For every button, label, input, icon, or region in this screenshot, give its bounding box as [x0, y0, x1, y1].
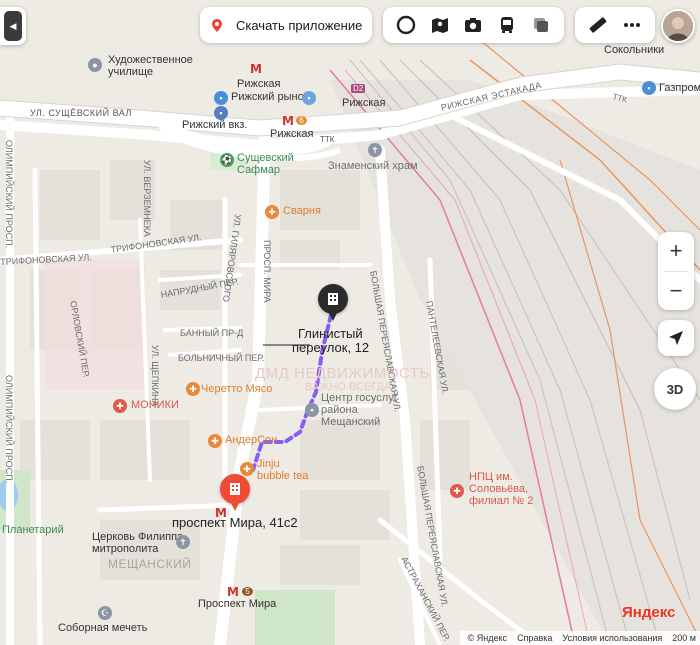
chevron-left-icon: ◀ — [4, 11, 22, 41]
food-icon[interactable]: ✚ — [265, 205, 279, 219]
label-rizhskaya-6[interactable]: Рижская — [270, 128, 313, 141]
label-gosuslugi-3[interactable]: Мещанский — [321, 416, 380, 429]
yandex-logo: Яндекс — [622, 604, 675, 621]
label-sokolniki[interactable]: Сокольники — [604, 44, 664, 57]
metro-5-icon: М — [227, 585, 239, 599]
label-rizhsky-market[interactable]: Рижский рынок — [231, 91, 309, 104]
copyright-link[interactable]: © Яндекс — [468, 633, 507, 643]
map-tools-bar — [383, 7, 564, 43]
yandex-logo-text: Яндекс — [622, 604, 676, 621]
label-dmd-1: ДМД НЕДВИЖИМОСТЬ — [255, 365, 430, 382]
stadium-icon[interactable]: ⚽ — [220, 153, 234, 167]
label-gosuslugi-2[interactable]: района — [321, 404, 358, 417]
label-znamensky[interactable]: Знаменский храм — [328, 160, 418, 173]
label-school: Художественное — [108, 54, 193, 66]
my-location-button[interactable] — [658, 320, 694, 356]
d2-badge: D2 — [351, 84, 366, 94]
origin-marker[interactable] — [220, 474, 250, 511]
label-olimp-2: ОЛИМПИЙСКИЙ ПРОСП. — [4, 375, 14, 484]
label-svarnya[interactable]: Сварня — [283, 205, 321, 218]
label-sushchevsky-1[interactable]: Сущевский — [237, 152, 294, 165]
download-app-button[interactable]: Скачать приложение — [200, 7, 372, 43]
zoom-controls: + − — [658, 232, 694, 310]
layers-icon[interactable] — [395, 14, 417, 36]
gazprom-icon[interactable]: ▪ — [642, 81, 656, 95]
label-church-1[interactable]: Церковь Филиппа — [92, 531, 183, 544]
label-bolnichnyi: БОЛЬНИЧНЫЙ ПЕР. — [178, 353, 265, 363]
train-icon[interactable]: ▪ — [214, 106, 228, 120]
label-veresaeva: УЛ. ВЕРЗЕМНЕКА — [142, 160, 152, 237]
download-app-label: Скачать приложение — [236, 17, 363, 33]
label-sobornaya[interactable]: Соборная мечеть — [58, 622, 147, 635]
help-link[interactable]: Справка — [517, 633, 552, 643]
label-gosuslugi-1[interactable]: Центр госуслуг — [321, 392, 398, 405]
market-pin-icon[interactable]: ▪ — [302, 91, 316, 105]
label-sushchevsky-val: УЛ. СУЩЁВСКИЙ ВАЛ — [30, 108, 132, 118]
meat-icon[interactable]: ✚ — [186, 382, 200, 396]
navigation-arrow-icon — [669, 331, 683, 345]
transport-icon[interactable] — [496, 14, 518, 36]
location-pin-icon — [212, 18, 222, 32]
label-gazprom[interactable]: Газпром — [659, 82, 700, 95]
market-icon[interactable]: ▪ — [214, 91, 228, 105]
map-footer: © Яндекс Справка Условия использования 2… — [459, 631, 700, 645]
camera-icon[interactable] — [462, 14, 484, 36]
label-planetary[interactable]: Планетарий — [2, 524, 64, 537]
label-sushchevsky-2[interactable]: Сафмар — [237, 164, 280, 177]
building-icon — [328, 293, 338, 305]
label-npc-3[interactable]: филиал № 2 — [469, 495, 533, 508]
mosque-icon[interactable]: ☪ — [98, 606, 112, 620]
destination-marker[interactable] — [318, 284, 348, 321]
label-rizhskaya-metro[interactable]: Рижская — [237, 78, 280, 91]
label-jinju-2[interactable]: bubble tea — [257, 470, 308, 483]
label-olimp: ОЛИМПИЙСКИЙ ПРОСП. — [4, 140, 14, 249]
zoom-in-button[interactable]: + — [658, 232, 694, 271]
3d-button[interactable]: 3D — [654, 368, 696, 410]
label-prospekt-mira[interactable]: Проспект Мира — [198, 598, 276, 611]
sidebar-toggle-button[interactable]: ◀ — [0, 7, 26, 45]
destination-label-2[interactable]: переулок, 12 — [292, 340, 369, 356]
scale-label: 200 м — [672, 633, 696, 643]
clinic-icon[interactable]: ✚ — [450, 484, 464, 498]
traffic-icon[interactable] — [530, 14, 552, 36]
label-shchepkina: УЛ. ЩЕПКИНА — [150, 345, 160, 407]
label-jinju-1[interactable]: Jinju — [257, 458, 280, 471]
more-icon[interactable] — [621, 14, 643, 36]
label-bannyi: БАННЫЙ ПР-Д — [180, 328, 244, 338]
metro-icon: М — [250, 62, 262, 76]
church-icon[interactable]: ✝ — [368, 143, 382, 157]
label-meshchansky: МЕЩАНСКИЙ — [108, 557, 192, 571]
label-andersen[interactable]: АндерСон — [225, 434, 277, 447]
label-school-2: училище — [108, 66, 153, 78]
label-prosp-mira: ПРОСП. МИРА — [262, 240, 272, 303]
label-npc-2[interactable]: Соловьёва, — [469, 483, 528, 496]
ruler-icon[interactable] — [587, 14, 609, 36]
label-moniki[interactable]: МОНИКИ — [131, 399, 179, 412]
label-npc-1[interactable]: НПЦ им. — [469, 471, 513, 484]
user-avatar[interactable] — [661, 9, 695, 43]
panorama-icon[interactable] — [429, 14, 451, 36]
extra-tools-bar — [575, 7, 655, 43]
building-icon — [230, 483, 240, 495]
tea-icon[interactable]: ✚ — [240, 462, 254, 476]
church-2-icon[interactable]: ✝ — [176, 535, 190, 549]
metro-6-icon: М — [282, 114, 294, 128]
terms-link[interactable]: Условия использования — [562, 633, 662, 643]
label-rizhsky-vkz[interactable]: Рижский вкз. — [182, 119, 247, 132]
school-icon[interactable]: ● — [88, 58, 102, 72]
gov-icon[interactable]: ▪ — [305, 403, 319, 417]
label-cheretto[interactable]: Черетто Мясо — [201, 383, 272, 396]
label-church-2[interactable]: митрополита — [92, 543, 158, 556]
origin-label[interactable]: проспект Мира, 41с2 — [172, 515, 298, 531]
zoom-out-button[interactable]: − — [658, 272, 694, 311]
label-ttk-left: ТТК — [320, 135, 335, 144]
label-rizhskaya-d2[interactable]: Рижская — [342, 97, 385, 110]
hospital-icon[interactable]: ✚ — [113, 399, 127, 413]
cafe-icon[interactable]: ✚ — [208, 434, 222, 448]
